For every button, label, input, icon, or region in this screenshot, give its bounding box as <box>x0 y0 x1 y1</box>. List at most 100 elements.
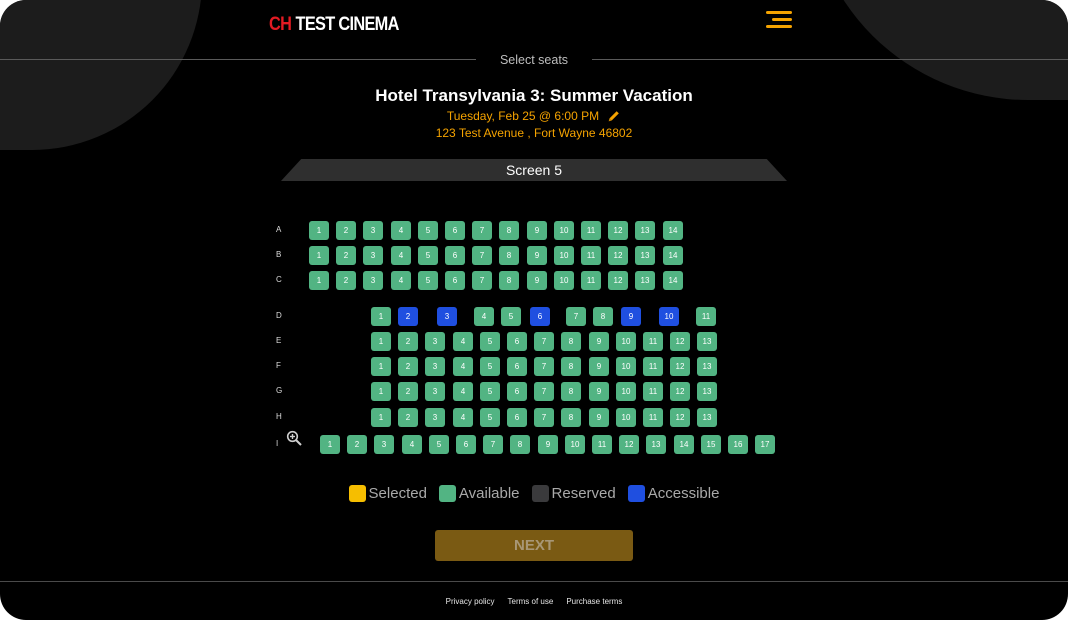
seat-c-13[interactable]: 13 <box>635 271 655 290</box>
seat-f-10[interactable]: 10 <box>616 357 636 376</box>
seat-e-8[interactable]: 8 <box>561 332 581 351</box>
seat-i-10[interactable]: 10 <box>565 435 585 454</box>
zoom-in-icon[interactable] <box>286 430 302 446</box>
seat-i-9[interactable]: 9 <box>538 435 558 454</box>
seat-f-9[interactable]: 9 <box>589 357 609 376</box>
seat-a-12[interactable]: 12 <box>608 221 628 240</box>
seat-f-13[interactable]: 13 <box>697 357 717 376</box>
seat-c-4[interactable]: 4 <box>391 271 411 290</box>
purchase-terms-link[interactable]: Purchase terms <box>566 597 622 606</box>
seat-b-8[interactable]: 8 <box>499 246 519 265</box>
seat-i-1[interactable]: 1 <box>320 435 340 454</box>
seat-e-6[interactable]: 6 <box>507 332 527 351</box>
seat-i-14[interactable]: 14 <box>674 435 694 454</box>
seat-i-12[interactable]: 12 <box>619 435 639 454</box>
seat-g-13[interactable]: 13 <box>697 382 717 401</box>
seat-i-6[interactable]: 6 <box>456 435 476 454</box>
seat-i-11[interactable]: 11 <box>592 435 612 454</box>
seat-d-8[interactable]: 8 <box>593 307 613 326</box>
seat-c-12[interactable]: 12 <box>608 271 628 290</box>
seat-d-3[interactable]: 3 <box>437 307 457 326</box>
seat-f-6[interactable]: 6 <box>507 357 527 376</box>
seat-g-3[interactable]: 3 <box>425 382 445 401</box>
seat-c-9[interactable]: 9 <box>527 271 547 290</box>
seat-f-3[interactable]: 3 <box>425 357 445 376</box>
seat-e-10[interactable]: 10 <box>616 332 636 351</box>
seat-h-7[interactable]: 7 <box>534 408 554 427</box>
seat-a-11[interactable]: 11 <box>581 221 601 240</box>
seat-c-1[interactable]: 1 <box>309 271 329 290</box>
seat-g-10[interactable]: 10 <box>616 382 636 401</box>
seat-g-6[interactable]: 6 <box>507 382 527 401</box>
seat-g-8[interactable]: 8 <box>561 382 581 401</box>
seat-e-2[interactable]: 2 <box>398 332 418 351</box>
seat-h-13[interactable]: 13 <box>697 408 717 427</box>
seat-b-11[interactable]: 11 <box>581 246 601 265</box>
terms-of-use-link[interactable]: Terms of use <box>508 597 554 606</box>
seat-c-8[interactable]: 8 <box>499 271 519 290</box>
seat-b-9[interactable]: 9 <box>527 246 547 265</box>
seat-f-4[interactable]: 4 <box>453 357 473 376</box>
seat-a-10[interactable]: 10 <box>554 221 574 240</box>
seat-b-10[interactable]: 10 <box>554 246 574 265</box>
cinema-logo[interactable]: CH TEST CINEMA <box>269 14 399 36</box>
hamburger-menu-icon[interactable] <box>766 11 792 31</box>
pencil-icon[interactable] <box>607 109 621 123</box>
seat-d-9[interactable]: 9 <box>621 307 641 326</box>
seat-i-8[interactable]: 8 <box>510 435 530 454</box>
seat-d-7[interactable]: 7 <box>566 307 586 326</box>
seat-h-10[interactable]: 10 <box>616 408 636 427</box>
seat-b-6[interactable]: 6 <box>445 246 465 265</box>
seat-h-5[interactable]: 5 <box>480 408 500 427</box>
seat-d-4[interactable]: 4 <box>474 307 494 326</box>
seat-e-1[interactable]: 1 <box>371 332 391 351</box>
seat-e-7[interactable]: 7 <box>534 332 554 351</box>
seat-f-12[interactable]: 12 <box>670 357 690 376</box>
seat-h-12[interactable]: 12 <box>670 408 690 427</box>
seat-d-6[interactable]: 6 <box>530 307 550 326</box>
seat-a-1[interactable]: 1 <box>309 221 329 240</box>
seat-a-3[interactable]: 3 <box>363 221 383 240</box>
seat-i-17[interactable]: 17 <box>755 435 775 454</box>
seat-i-16[interactable]: 16 <box>728 435 748 454</box>
seat-e-12[interactable]: 12 <box>670 332 690 351</box>
seat-i-13[interactable]: 13 <box>646 435 666 454</box>
seat-h-11[interactable]: 11 <box>643 408 663 427</box>
seat-i-2[interactable]: 2 <box>347 435 367 454</box>
seat-f-5[interactable]: 5 <box>480 357 500 376</box>
seat-f-7[interactable]: 7 <box>534 357 554 376</box>
seat-c-2[interactable]: 2 <box>336 271 356 290</box>
seat-b-12[interactable]: 12 <box>608 246 628 265</box>
seat-b-2[interactable]: 2 <box>336 246 356 265</box>
seat-d-1[interactable]: 1 <box>371 307 391 326</box>
seat-c-10[interactable]: 10 <box>554 271 574 290</box>
seat-i-3[interactable]: 3 <box>374 435 394 454</box>
seat-h-8[interactable]: 8 <box>561 408 581 427</box>
seat-g-11[interactable]: 11 <box>643 382 663 401</box>
seat-d-2[interactable]: 2 <box>398 307 418 326</box>
seat-i-15[interactable]: 15 <box>701 435 721 454</box>
seat-g-9[interactable]: 9 <box>589 382 609 401</box>
next-button[interactable]: NEXT <box>435 530 633 561</box>
seat-b-4[interactable]: 4 <box>391 246 411 265</box>
seat-b-3[interactable]: 3 <box>363 246 383 265</box>
seat-b-5[interactable]: 5 <box>418 246 438 265</box>
seat-b-14[interactable]: 14 <box>663 246 683 265</box>
seat-h-3[interactable]: 3 <box>425 408 445 427</box>
seat-d-5[interactable]: 5 <box>501 307 521 326</box>
seat-g-5[interactable]: 5 <box>480 382 500 401</box>
seat-b-13[interactable]: 13 <box>635 246 655 265</box>
seat-b-1[interactable]: 1 <box>309 246 329 265</box>
seat-h-4[interactable]: 4 <box>453 408 473 427</box>
seat-h-2[interactable]: 2 <box>398 408 418 427</box>
seat-f-8[interactable]: 8 <box>561 357 581 376</box>
seat-f-1[interactable]: 1 <box>371 357 391 376</box>
seat-f-11[interactable]: 11 <box>643 357 663 376</box>
seat-a-7[interactable]: 7 <box>472 221 492 240</box>
seat-h-1[interactable]: 1 <box>371 408 391 427</box>
seat-i-4[interactable]: 4 <box>402 435 422 454</box>
seat-h-9[interactable]: 9 <box>589 408 609 427</box>
seat-f-2[interactable]: 2 <box>398 357 418 376</box>
seat-a-8[interactable]: 8 <box>499 221 519 240</box>
seat-h-6[interactable]: 6 <box>507 408 527 427</box>
